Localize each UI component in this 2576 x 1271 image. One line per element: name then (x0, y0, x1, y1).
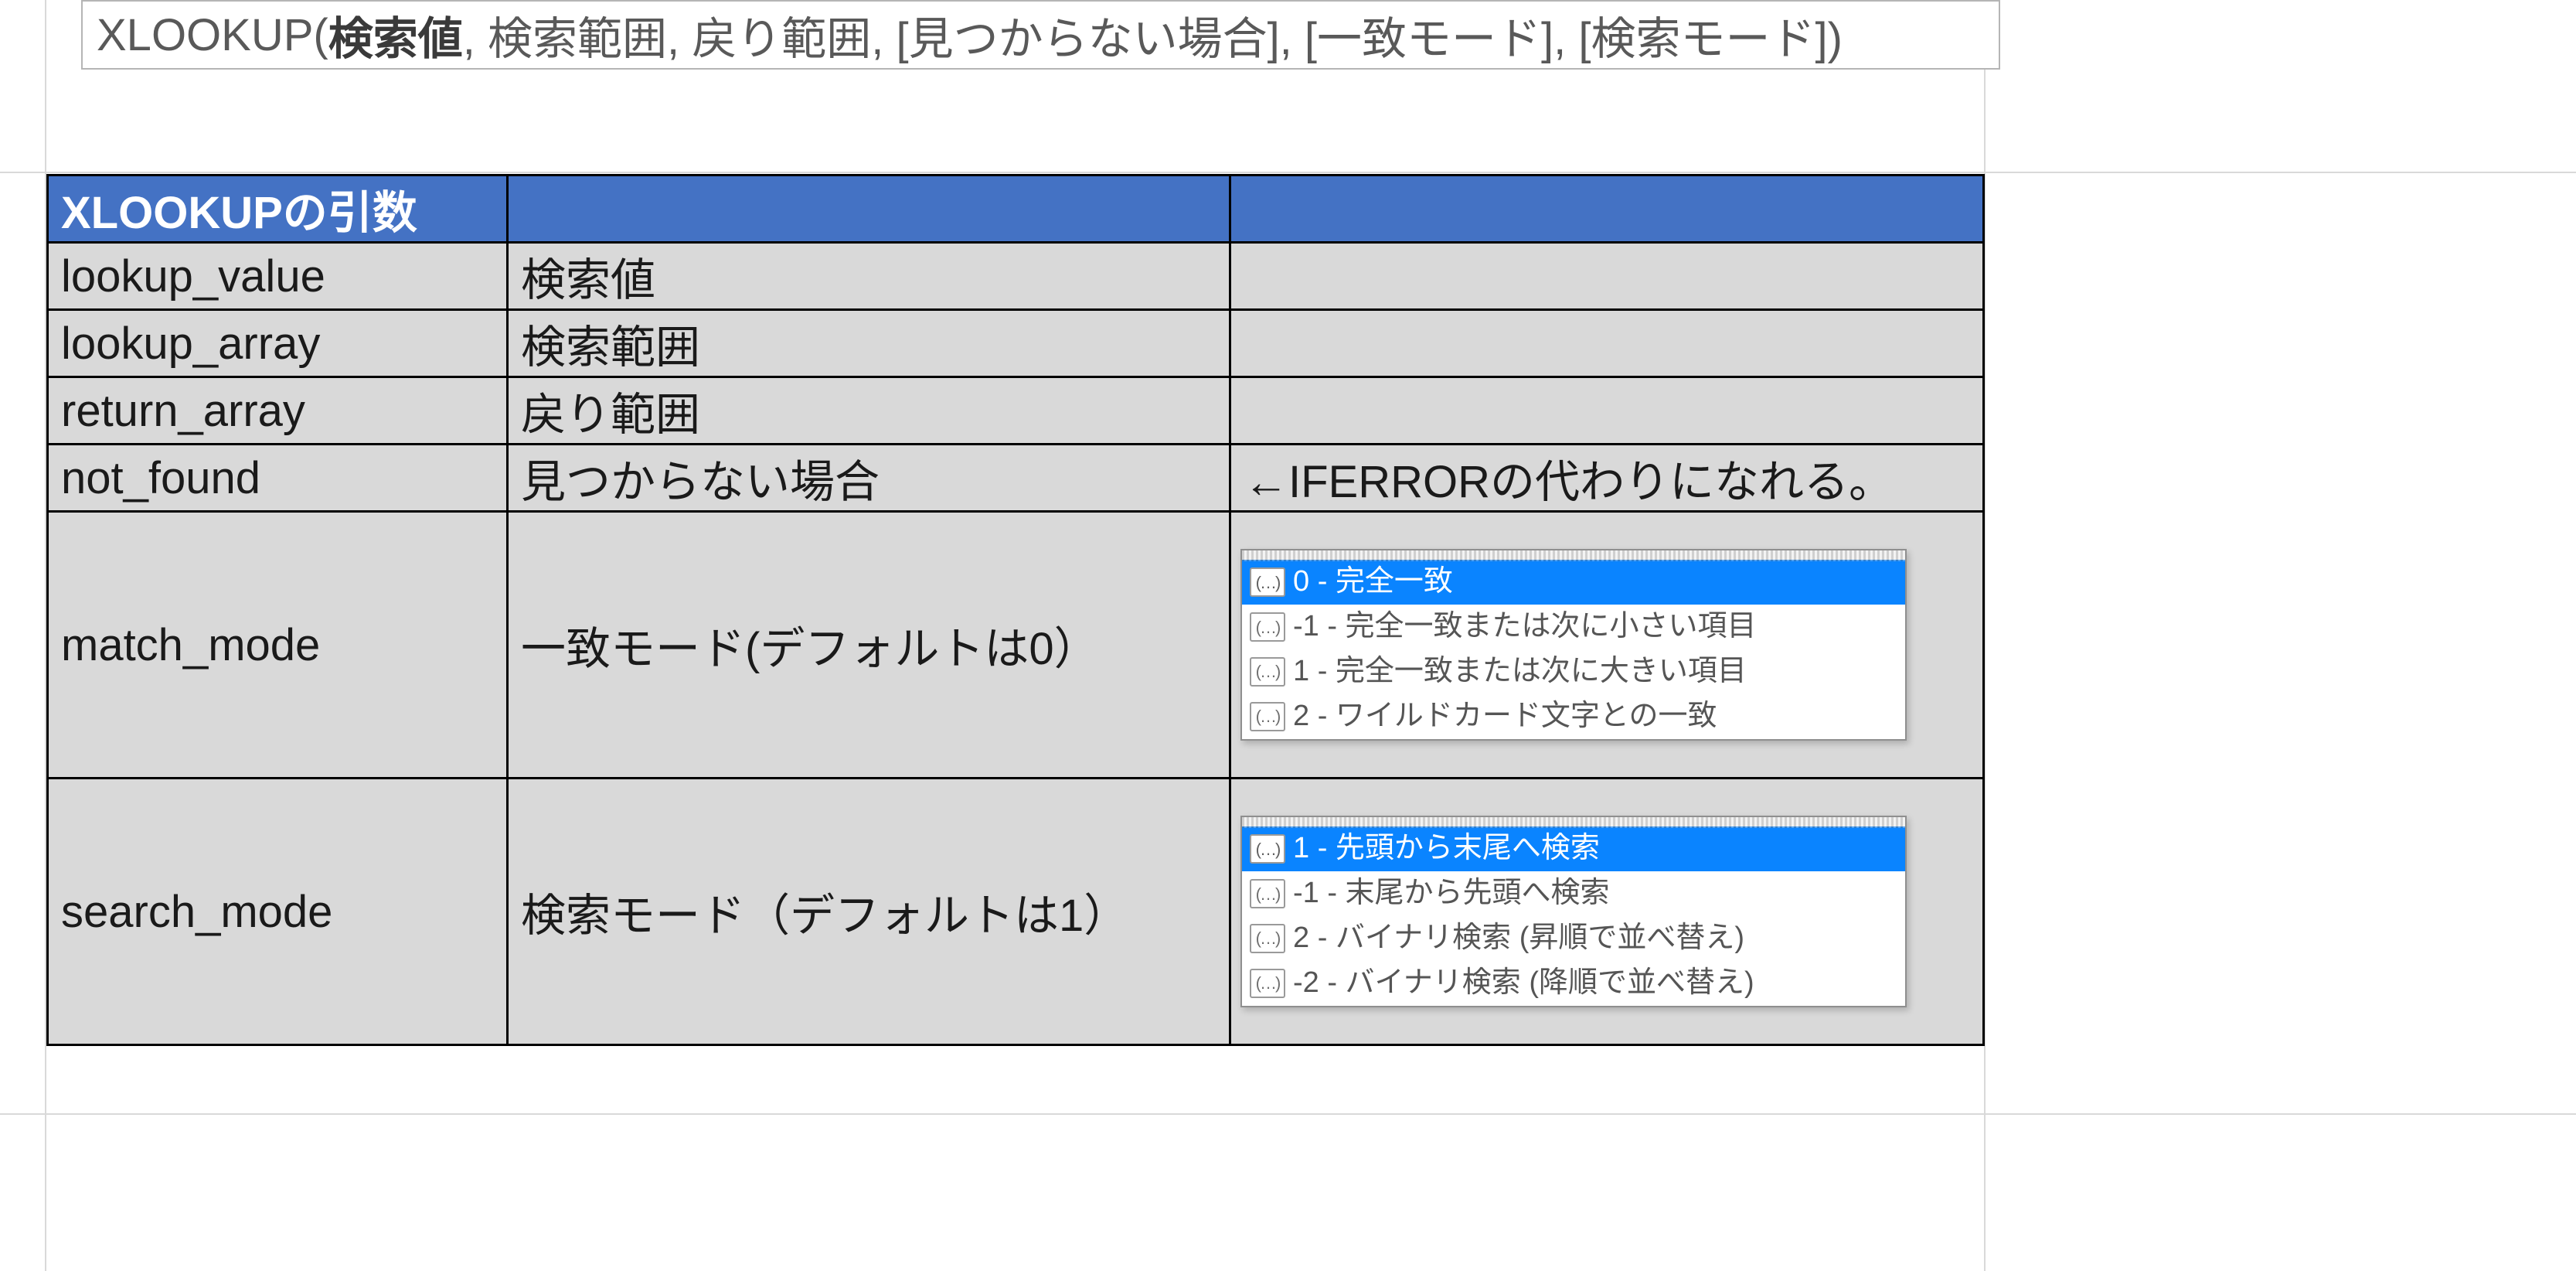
constant-icon: (…) (1250, 702, 1285, 731)
option-text: 1 - 先頭から末尾へ検索 (1293, 833, 1600, 864)
cell-text: lookup_array (61, 319, 320, 369)
option-text: 0 - 完全一致 (1293, 567, 1453, 598)
cell[interactable]: not_found (48, 445, 508, 512)
cell[interactable]: (…) 1 - 先頭から末尾へ検索 (…) -1 - 末尾から先頭へ検索 (…)… (1230, 779, 1984, 1045)
search-mode-dropdown: (…) 1 - 先頭から末尾へ検索 (…) -1 - 末尾から先頭へ検索 (…)… (1240, 816, 1907, 1007)
table-row: match_mode 一致モード(デフォルトは0） (…) 0 - 完全一致 (… (48, 512, 1984, 779)
cell-text: match_mode (61, 620, 320, 670)
dropdown-option[interactable]: (…) 2 - ワイルドカード文字との一致 (1242, 694, 1905, 739)
cell[interactable]: 検索値 (508, 243, 1230, 310)
constant-icon: (…) (1250, 834, 1285, 864)
table-row: lookup_array 検索範囲 (48, 310, 1984, 377)
cell[interactable]: lookup_array (48, 310, 508, 377)
xlookup-args-table: XLOOKUPの引数 lookup_value 検索値 lookup_array… (46, 174, 1985, 1046)
cell[interactable] (1230, 243, 1984, 310)
cell-text: 検索範囲 (521, 322, 700, 373)
cell[interactable]: 一致モード(デフォルトは0） (508, 512, 1230, 779)
table-row: lookup_value 検索値 (48, 243, 1984, 310)
constant-icon: (…) (1250, 879, 1285, 908)
cell[interactable]: 戻り範囲 (508, 377, 1230, 445)
formula-syntax-tooltip: XLOOKUP( 検索値 , 検索範囲, 戻り範囲, [見つからない場合], [… (81, 0, 2000, 70)
option-text: -1 - 完全一致または次に小さい項目 (1293, 612, 1757, 642)
dropdown-option[interactable]: (…) 1 - 完全一致または次に大きい項目 (1242, 649, 1905, 694)
gridline (0, 172, 2576, 173)
cell[interactable] (1230, 377, 1984, 445)
cell[interactable]: return_array (48, 377, 508, 445)
dropdown-option[interactable]: (…) -1 - 末尾から先頭へ検索 (1242, 871, 1905, 916)
syntax-current-arg: 検索値 (328, 2, 463, 67)
gridline (0, 1113, 2576, 1115)
table-header-row: XLOOKUPの引数 (48, 175, 1984, 243)
constant-icon: (…) (1250, 657, 1285, 687)
syntax-rest: , 検索範囲, 戻り範囲, [見つからない場合], [一致モード], [検索モー… (463, 2, 1843, 67)
dropdown-option[interactable]: (…) 1 - 先頭から末尾へ検索 (1242, 826, 1905, 871)
dropdown-scroll-hint (1242, 817, 1905, 828)
option-text: -1 - 末尾から先頭へ検索 (1293, 878, 1610, 909)
cell-text: return_array (61, 386, 305, 436)
constant-icon: (…) (1250, 612, 1285, 642)
table-row: search_mode 検索モード（デフォルトは1） (…) 1 - 先頭から末… (48, 779, 1984, 1045)
table-row: return_array 戻り範囲 (48, 377, 1984, 445)
cell-text: not_found (61, 453, 260, 503)
cell-text: 検索モード（デフォルトは1） (521, 891, 1128, 941)
syntax-func: XLOOKUP( (97, 9, 328, 61)
cell[interactable] (1230, 310, 1984, 377)
dropdown-option[interactable]: (…) 2 - バイナリ検索 (昇順で並べ替え) (1242, 916, 1905, 961)
option-text: 2 - ワイルドカード文字との一致 (1293, 701, 1717, 732)
header-cell[interactable] (1230, 175, 1984, 243)
constant-icon: (…) (1250, 567, 1285, 597)
cell[interactable]: (…) 0 - 完全一致 (…) -1 - 完全一致または次に小さい項目 (…)… (1230, 512, 1984, 779)
cell-text: search_mode (61, 887, 332, 937)
constant-icon: (…) (1250, 924, 1285, 953)
cell[interactable]: 見つからない場合 (508, 445, 1230, 512)
dropdown-option[interactable]: (…) -1 - 完全一致または次に小さい項目 (1242, 605, 1905, 649)
dropdown-option[interactable]: (…) 0 - 完全一致 (1242, 560, 1905, 605)
cell-text: ←IFERRORの代わりになれる。 (1244, 457, 1894, 507)
option-text: 2 - バイナリ検索 (昇順で並べ替え) (1293, 923, 1744, 954)
cell[interactable]: 検索範囲 (508, 310, 1230, 377)
header-cell[interactable] (508, 175, 1230, 243)
cell-text: 戻り範囲 (521, 390, 700, 440)
header-cell[interactable]: XLOOKUPの引数 (48, 175, 508, 243)
cell[interactable]: lookup_value (48, 243, 508, 310)
dropdown-option[interactable]: (…) -2 - バイナリ検索 (降順で並べ替え) (1242, 961, 1905, 1006)
cell[interactable]: ←IFERRORの代わりになれる。 (1230, 445, 1984, 512)
header-text: XLOOKUPの引数 (61, 188, 417, 238)
option-text: -2 - バイナリ検索 (降順で並べ替え) (1293, 968, 1754, 999)
cell-text: 見つからない場合 (521, 457, 880, 507)
cell[interactable]: 検索モード（デフォルトは1） (508, 779, 1230, 1045)
spreadsheet-sheet: XLOOKUP( 検索値 , 検索範囲, 戻り範囲, [見つからない場合], [… (0, 0, 2576, 1271)
match-mode-dropdown: (…) 0 - 完全一致 (…) -1 - 完全一致または次に小さい項目 (…)… (1240, 549, 1907, 741)
constant-icon: (…) (1250, 969, 1285, 998)
table-row: not_found 見つからない場合 ←IFERRORの代わりになれる。 (48, 445, 1984, 512)
dropdown-scroll-hint (1242, 550, 1905, 561)
cell-text: lookup_value (61, 251, 325, 302)
cell[interactable]: search_mode (48, 779, 508, 1045)
cell-text: 検索値 (521, 255, 655, 305)
cell[interactable]: match_mode (48, 512, 508, 779)
option-text: 1 - 完全一致または次に大きい項目 (1293, 656, 1747, 687)
cell-text: 一致モード(デフォルトは0） (521, 624, 1099, 674)
